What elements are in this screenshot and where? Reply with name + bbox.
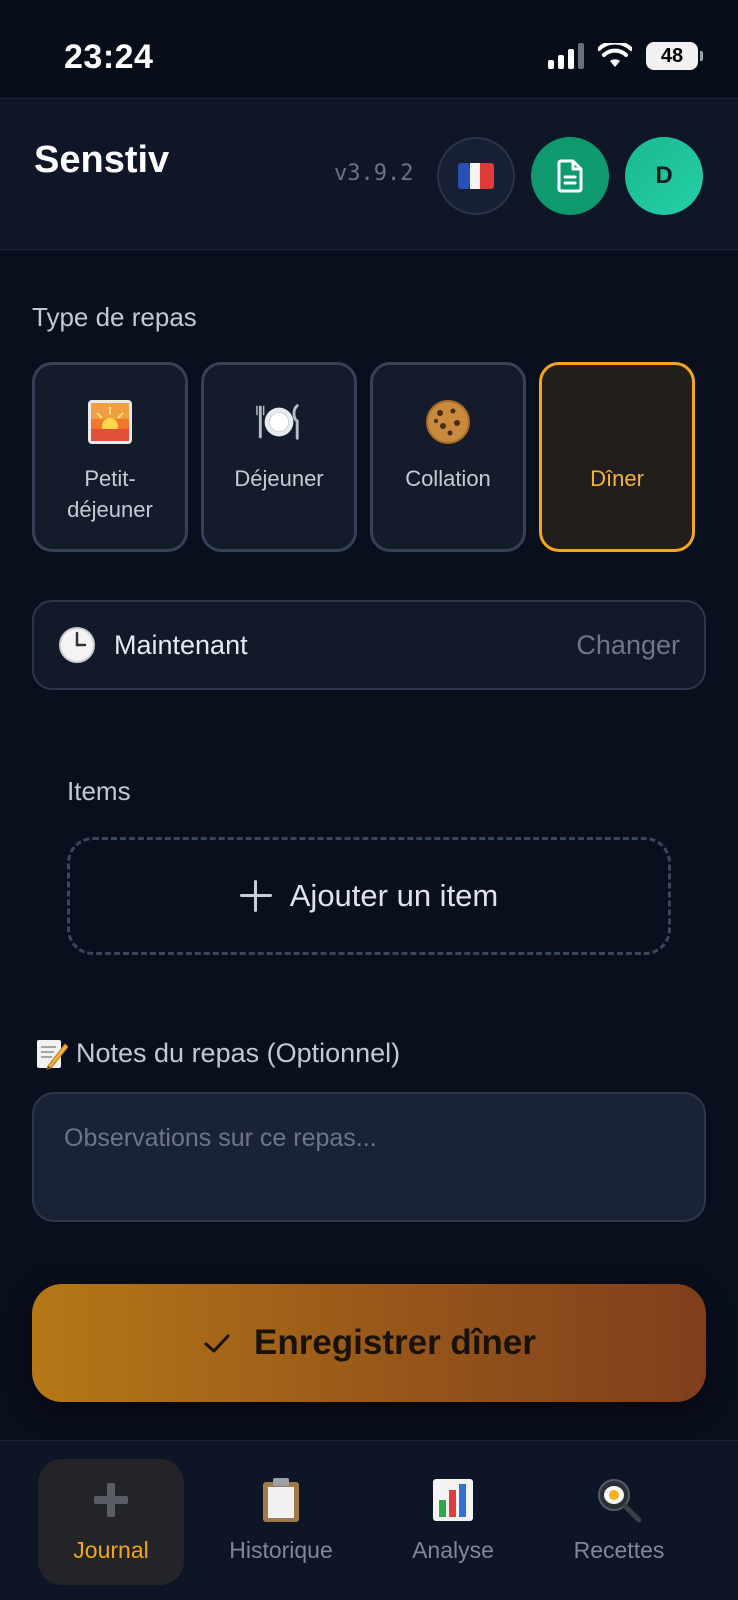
status-icons: 48	[548, 42, 703, 70]
cookie-icon	[425, 399, 471, 445]
save-meal-label: Enregistrer dîner	[253, 1323, 537, 1362]
meal-time-value: Maintenant	[114, 630, 248, 660]
nav-label: Analyse	[412, 1537, 494, 1563]
notes-textarea[interactable]	[34, 1094, 704, 1220]
nav-item-journal[interactable]: Journal	[38, 1459, 184, 1585]
frying-pan-icon	[596, 1477, 642, 1523]
document-button[interactable]	[531, 137, 609, 215]
plus-icon	[88, 1477, 134, 1523]
notes-field[interactable]	[32, 1092, 706, 1222]
meal-time-row[interactable]: Maintenant Changer	[32, 600, 706, 690]
clock-icon	[58, 626, 96, 664]
clipboard-icon	[258, 1477, 304, 1523]
nav-item-historique[interactable]: Historique	[208, 1459, 354, 1585]
meal-option-label: Dîner	[590, 466, 644, 491]
sunrise-icon	[87, 399, 133, 445]
nav-item-analyse[interactable]: Analyse	[380, 1459, 526, 1585]
meal-option-label: Petit-déjeuner	[67, 466, 153, 522]
moon-icon	[594, 399, 640, 445]
memo-icon	[37, 1040, 68, 1070]
save-meal-button[interactable]: Enregistrer dîner	[32, 1284, 706, 1402]
meal-type-label: Type de repas	[32, 302, 197, 332]
cellular-signal-icon	[548, 43, 584, 69]
meal-option-snack[interactable]: Collation	[370, 362, 526, 552]
nav-label: Historique	[229, 1537, 333, 1563]
status-bar: 23:24 48	[0, 0, 738, 100]
language-button[interactable]	[437, 137, 515, 215]
meal-option-label: Déjeuner	[234, 466, 324, 491]
bottom-navigation: Journal Historique Analyse Recettes	[0, 1440, 738, 1600]
meal-type-selector: Petit-déjeuner Déjeuner Collation Dîner	[32, 362, 706, 552]
version-label: v3.9.2	[334, 161, 414, 186]
wifi-icon	[598, 43, 632, 67]
change-time-button[interactable]: Changer	[576, 630, 680, 661]
user-avatar-button[interactable]: D	[625, 137, 703, 215]
bar-chart-icon	[430, 1477, 476, 1523]
plus-icon	[239, 880, 272, 912]
battery-indicator: 48	[646, 42, 703, 70]
meal-option-lunch[interactable]: Déjeuner	[201, 362, 357, 552]
french-flag-icon	[458, 163, 494, 189]
meal-option-breakfast[interactable]: Petit-déjeuner	[32, 362, 188, 552]
document-icon	[557, 159, 583, 193]
items-label: Items	[67, 776, 131, 806]
add-item-button[interactable]: Ajouter un item	[67, 837, 671, 955]
meal-option-label: Collation	[405, 466, 491, 491]
checkmark-icon	[204, 1334, 230, 1353]
status-time: 23:24	[64, 38, 154, 76]
nav-item-recettes[interactable]: Recettes	[546, 1459, 692, 1585]
add-item-label: Ajouter un item	[289, 878, 499, 913]
nav-label: Journal	[73, 1537, 149, 1563]
notes-label: Notes du repas (Optionnel)	[34, 1036, 400, 1070]
plate-icon	[256, 399, 302, 445]
app-header: Senstiv v3.9.2 D	[0, 98, 738, 250]
notes-label-text: Notes du repas (Optionnel)	[76, 1037, 401, 1068]
meal-option-dinner[interactable]: Dîner	[539, 362, 695, 552]
nav-label: Recettes	[573, 1537, 665, 1563]
app-title: Senstiv	[34, 139, 170, 181]
